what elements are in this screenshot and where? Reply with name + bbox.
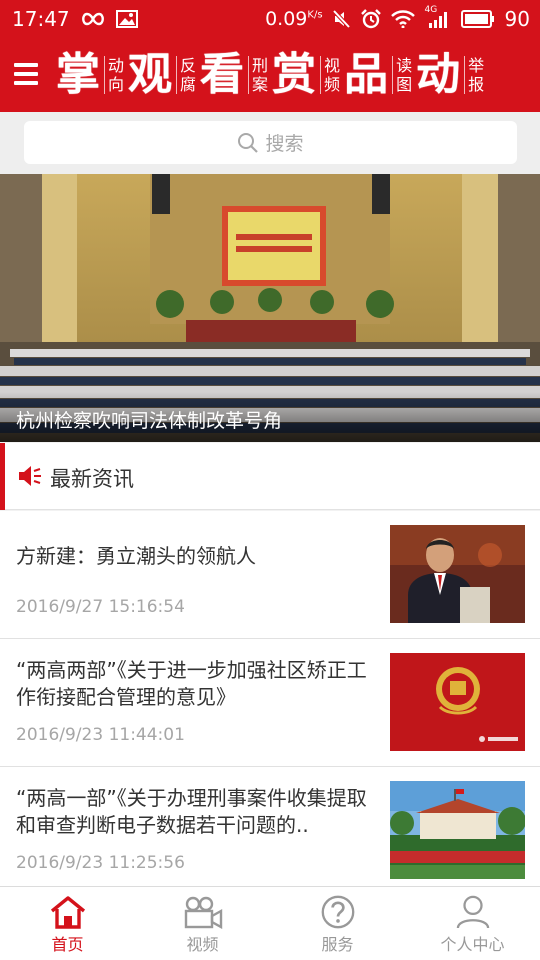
news-thumbnail [390,653,525,751]
mute-icon [332,9,351,29]
banner-caption: 杭州检察吹响司法体制改革号角 [0,392,540,442]
news-date: 2016/9/23 11:44:01 [16,725,185,745]
menu-icon[interactable] [14,63,38,85]
news-date: 2016/9/27 15:16:54 [16,597,185,617]
help-icon [321,895,354,929]
status-bar: 17:47 0.09K/s 4G 90 [0,0,540,38]
section-title: 最新资讯 [50,467,134,491]
bottom-tab-bar: 首页 视频 服务 个人中心 [0,886,540,960]
search-icon [238,132,259,153]
news-date: 2016/9/23 11:25:56 [16,853,185,873]
news-item[interactable]: “两高两部”《关于进一步加强社区矫正工作衔接配合管理的意见》 2016/9/23… [0,639,540,767]
alarm-icon [360,9,381,29]
header-nav: 掌 动向 观 反腐 看 刑案 赏 视频 品 读图 动 举报 [56,44,540,106]
news-title: “两高两部”《关于进一步加强社区矫正工作衔接配合管理的意见》 [16,658,367,709]
battery-icon [460,10,494,28]
wifi-icon [390,10,415,28]
tab-profile[interactable]: 个人中心 [405,887,540,960]
gallery-icon [115,10,138,28]
battery-level: 90 [504,7,530,31]
search-input[interactable]: 搜索 [24,121,517,164]
tab-service[interactable]: 服务 [270,887,405,960]
status-time: 17:47 [12,7,70,31]
news-thumbnail [390,525,525,623]
app-header: 掌 动向 观 反腐 看 刑案 赏 视频 品 读图 动 举报 [0,38,540,112]
news-item[interactable]: 方新建：勇立潮头的领航人 2016/9/27 15:16:54 [0,511,540,639]
nav-item-videos[interactable]: 赏 视频 [272,53,340,97]
tab-video[interactable]: 视频 [135,887,270,960]
nav-item-dynamic[interactable]: 掌 动向 [56,53,124,97]
nav-item-report[interactable]: 动 举报 [416,53,484,97]
banner-carousel[interactable]: 杭州检察吹响司法体制改革号角 [0,174,540,442]
search-area: 搜索 [0,112,540,174]
loop-icon [81,12,104,26]
network-speed: 0.09K/s [265,8,323,30]
signal-icon: 4G [425,5,451,29]
nav-item-anticorruption[interactable]: 观 反腐 [128,53,196,97]
nav-item-read-pictures[interactable]: 品 读图 [344,53,412,97]
tab-home-label: 首页 [51,935,84,954]
latest-news-header: 最新资讯 [0,443,540,510]
section-accent-bar [0,443,5,510]
video-icon [184,896,222,929]
tab-service-label: 服务 [321,935,354,954]
search-placeholder: 搜索 [265,133,304,155]
news-thumbnail [390,781,525,879]
tab-home[interactable]: 首页 [0,887,135,960]
user-icon [456,895,489,929]
news-title: “两高一部”《关于办理刑事案件收集提取和审查判断电子数据若干问题的.. [16,786,367,837]
app-screen: 17:47 0.09K/s 4G 90 掌 动向 观 反 腐 看 刑 案 赏 视… [0,0,540,960]
tab-video-label: 视频 [186,935,219,954]
news-title: 方新建：勇立潮头的领航人 [16,544,256,568]
speaker-icon [19,466,41,486]
nav-item-criminal-cases[interactable]: 看 刑案 [200,53,268,97]
tab-profile-label: 个人中心 [440,935,505,954]
home-icon [50,896,85,929]
news-item[interactable]: “两高一部”《关于办理刑事案件收集提取和审查判断电子数据若干问题的.. 2016… [0,767,540,895]
